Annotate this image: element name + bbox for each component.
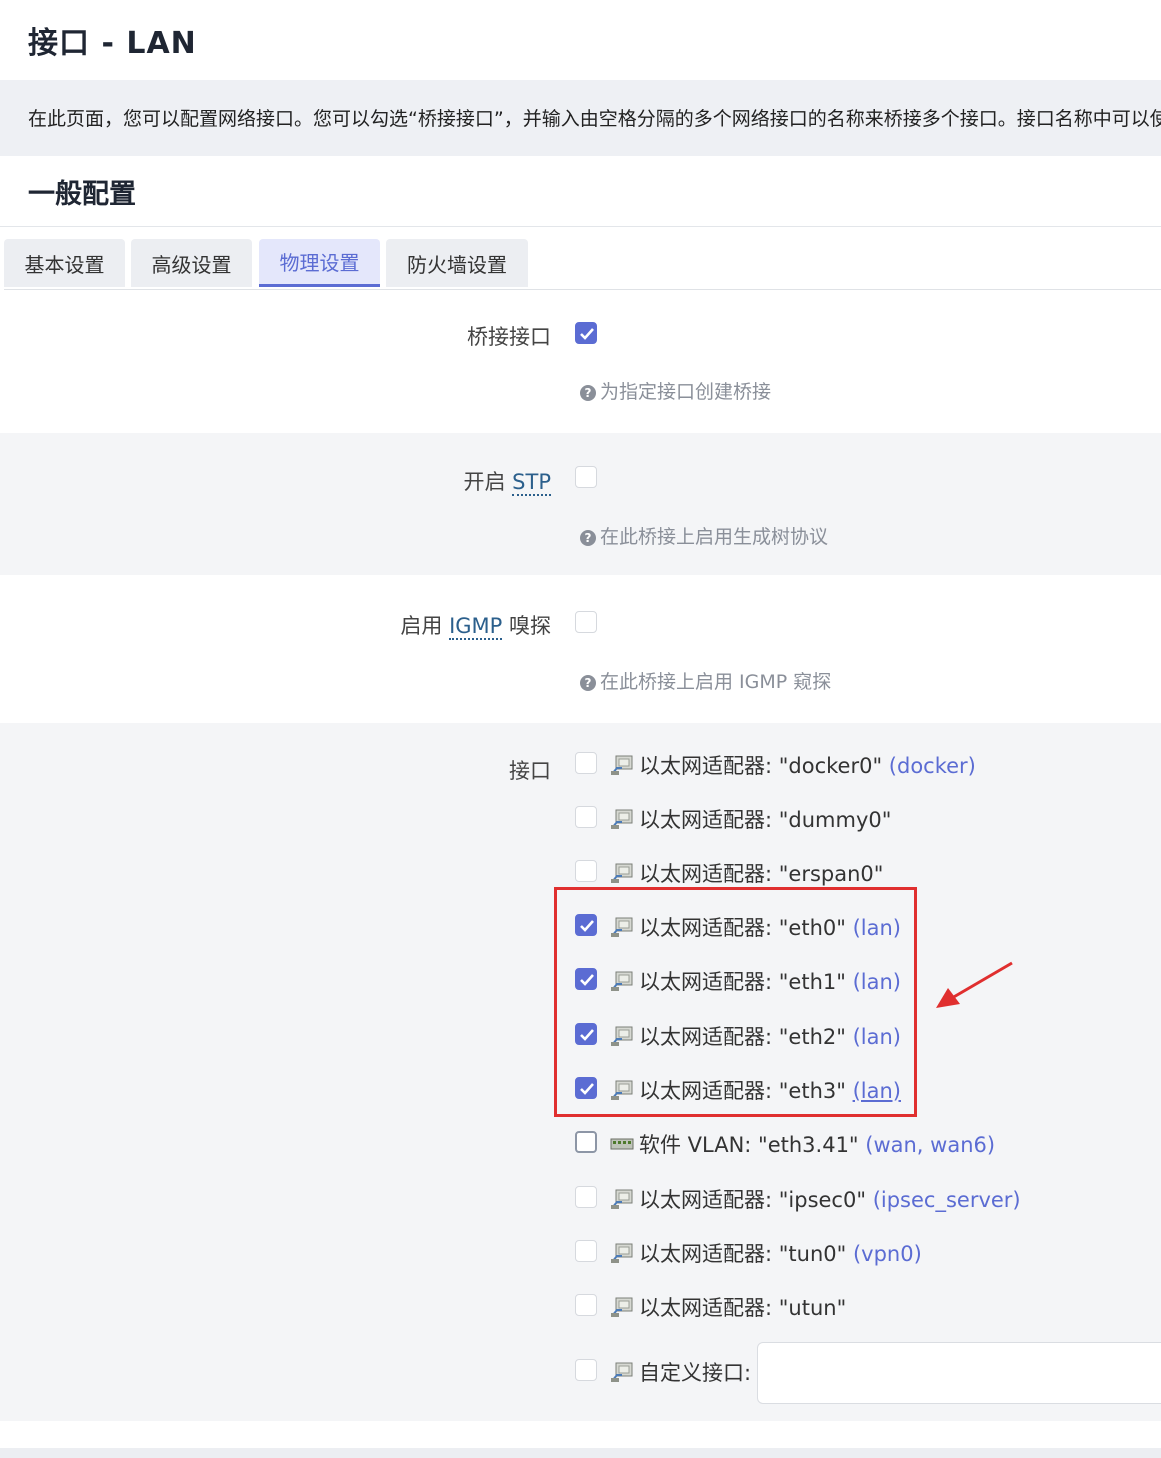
interface-checkbox[interactable] [575, 806, 597, 828]
interface-checkbox[interactable] [575, 1240, 597, 1262]
ethernet-icon [610, 808, 634, 830]
ethernet-icon [610, 1296, 634, 1318]
interface-name: 以太网适配器: "docker0" [639, 754, 889, 778]
interface-zone-link[interactable]: (docker) [889, 754, 976, 778]
interface-name: 以太网适配器: "ipsec0" [639, 1188, 873, 1212]
tab-advanced-settings[interactable]: 高级设置 [131, 239, 252, 287]
custom-interface-input[interactable] [757, 1342, 1161, 1404]
interface-label: 以太网适配器: "utun" [639, 1292, 846, 1322]
page-title: 接口 - LAN [28, 26, 197, 61]
vlan-icon [610, 1133, 634, 1155]
tab-bar: 基本设置 高级设置 物理设置 防火墙设置 [4, 239, 1161, 290]
interface-name: 以太网适配器: "erspan0" [639, 862, 884, 886]
stp-checkbox[interactable] [575, 466, 597, 488]
interface-label: 以太网适配器: "tun0" (vpn0) [639, 1238, 922, 1268]
igmp-help-text: 在此桥接上启用 IGMP 窥探 [600, 671, 832, 693]
tab-physical-settings[interactable]: 物理设置 [259, 239, 380, 287]
interface-label: 以太网适配器: "docker0" (docker) [639, 750, 976, 780]
bottom-bar [0, 1448, 1161, 1458]
ethernet-icon [610, 754, 634, 776]
ethernet-icon [610, 862, 634, 884]
stp-label-text: 开启 [463, 470, 513, 494]
stp-label: 开启 STP [463, 466, 551, 496]
interface-zone-link[interactable]: (ipsec_server) [873, 1188, 1021, 1212]
section-title: 一般配置 [28, 179, 136, 210]
stp-abbr: STP [512, 470, 551, 496]
interface-label: 以太网适配器: "ipsec0" (ipsec_server) [639, 1184, 1021, 1214]
igmp-label-suffix: 嗅探 [502, 614, 551, 638]
tab-basic-settings[interactable]: 基本设置 [4, 239, 125, 287]
help-icon: ? [580, 675, 596, 691]
bridge-help-text: 为指定接口创建桥接 [600, 381, 772, 403]
help-icon: ? [580, 385, 596, 401]
ethernet-icon [610, 1361, 634, 1383]
bridge-checkbox[interactable] [575, 322, 597, 344]
annotation-arrow-icon [936, 961, 1013, 1008]
interface-checkbox[interactable] [575, 1131, 597, 1153]
interface-label: 以太网适配器: "dummy0" [639, 804, 891, 834]
interface-checkbox[interactable] [575, 1186, 597, 1208]
interface-checkbox[interactable] [575, 1294, 597, 1316]
divider [0, 226, 1161, 227]
igmp-checkbox[interactable] [575, 611, 597, 633]
tab-firewall-settings[interactable]: 防火墙设置 [386, 239, 528, 287]
stp-help-text: 在此桥接上启用生成树协议 [600, 526, 829, 548]
help-icon: ? [580, 530, 596, 546]
page-description: 在此页面，您可以配置网络接口。您可以勾选“桥接接口”，并输入由空格分隔的多个网络… [28, 108, 1161, 130]
interface-label: 以太网适配器: "erspan0" [639, 858, 883, 888]
ethernet-icon [610, 1242, 634, 1264]
stp-row: 开启 STP ? 在此桥接上启用生成树协议 [0, 433, 1161, 575]
interface-checkbox[interactable] [575, 860, 597, 882]
interface-label: 软件 VLAN: "eth3.41" (wan, wan6) [639, 1129, 995, 1159]
interface-name: 以太网适配器: "utun" [639, 1296, 847, 1320]
interfaces-label: 接口 [509, 759, 551, 783]
interface-label: 自定义接口: [639, 1357, 751, 1387]
stp-help: ? 在此桥接上启用生成树协议 [580, 522, 828, 549]
bridge-row: 桥接接口 ? 为指定接口创建桥接 [0, 290, 1161, 433]
interface-name: 以太网适配器: "dummy0" [639, 808, 892, 832]
interface-checkbox[interactable] [575, 752, 597, 774]
interface-zone-link[interactable]: (wan, wan6) [865, 1133, 995, 1157]
interface-checkbox[interactable] [575, 1359, 597, 1381]
igmp-abbr: IGMP [449, 614, 503, 640]
igmp-row: 启用 IGMP 嗅探 ? 在此桥接上启用 IGMP 窥探 [0, 575, 1161, 723]
igmp-help: ? 在此桥接上启用 IGMP 窥探 [580, 667, 831, 694]
interface-name: 软件 VLAN: "eth3.41" [639, 1133, 866, 1157]
interface-name: 自定义接口: [639, 1361, 752, 1385]
interface-zone-link[interactable]: (vpn0) [853, 1242, 922, 1266]
description-bar: 在此页面，您可以配置网络接口。您可以勾选“桥接接口”，并输入由空格分隔的多个网络… [0, 80, 1161, 156]
igmp-label: 启用 IGMP 嗅探 [400, 610, 551, 640]
ethernet-icon [610, 1188, 634, 1210]
bridge-help: ? 为指定接口创建桥接 [580, 377, 771, 404]
annotation-highlight-box [554, 887, 917, 1117]
interface-name: 以太网适配器: "tun0" [639, 1242, 853, 1266]
bridge-label: 桥接接口 [467, 325, 551, 349]
igmp-label-text: 启用 [400, 614, 450, 638]
